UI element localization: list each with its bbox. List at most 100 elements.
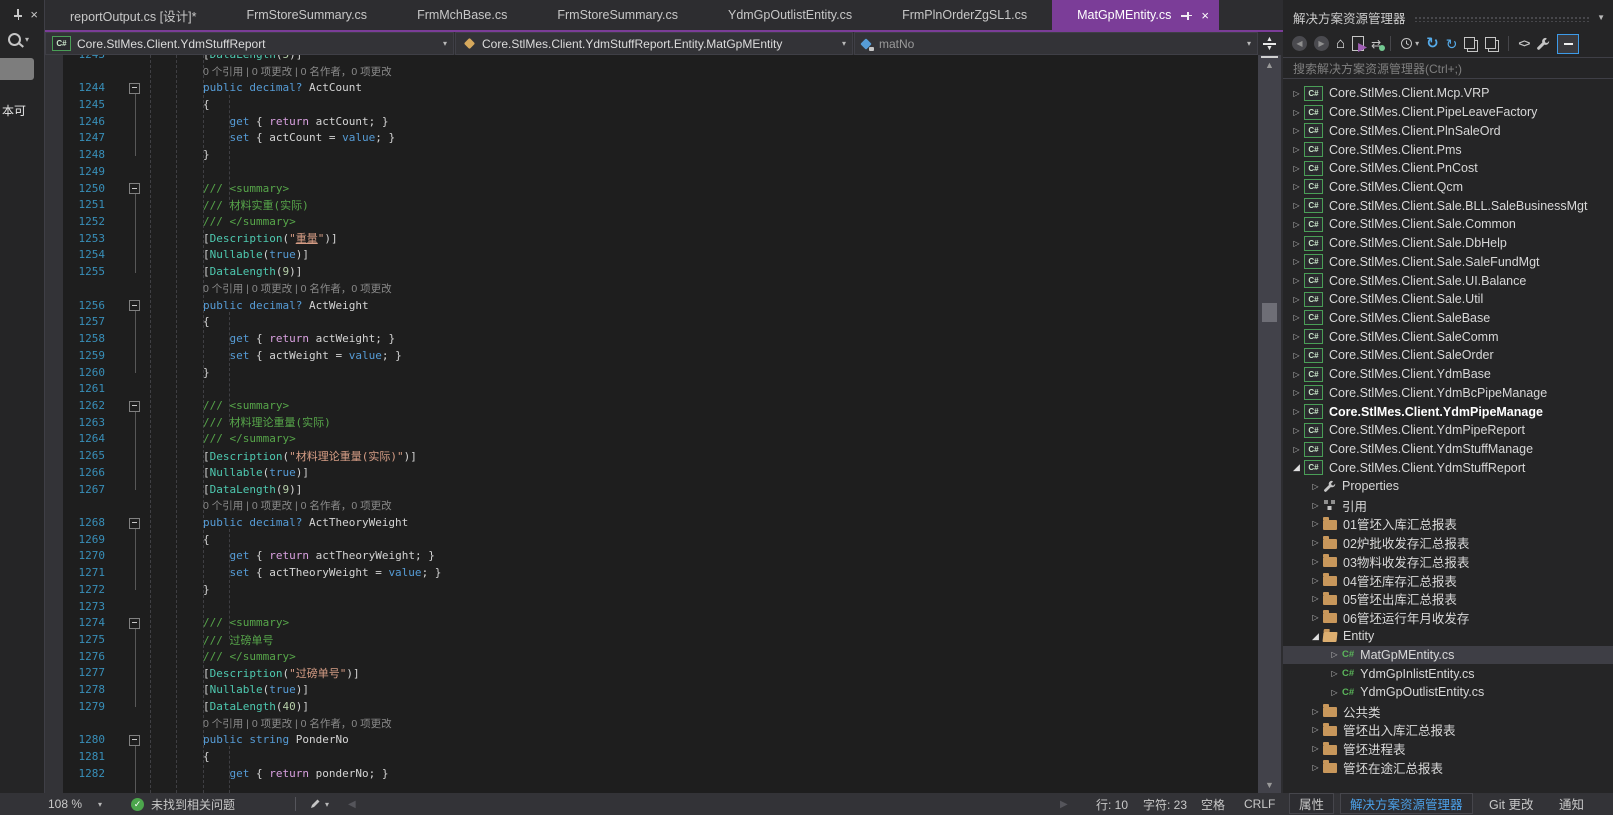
document-tab[interactable]: FrmMchBase.cs	[392, 0, 532, 30]
code-row[interactable]: 1250 /// <summary>	[45, 180, 1258, 197]
code-row[interactable]: 1243 [DataLength(5)]	[45, 55, 1258, 63]
tree-item[interactable]: ▷C#Core.StlMes.Client.Sale.DbHelp	[1283, 234, 1613, 253]
code-row[interactable]: 1273	[45, 598, 1258, 615]
line-indicator[interactable]: 行: 10	[1096, 793, 1128, 815]
tree-item[interactable]: ▷C#Core.StlMes.Client.Sale.SaleFundMgt	[1283, 252, 1613, 271]
pin-icon[interactable]	[1181, 10, 1192, 21]
code-row[interactable]: 1252 /// </summary>	[45, 213, 1258, 230]
expand-arrow-icon[interactable]: ▷	[1308, 557, 1323, 566]
document-tab[interactable]: FrmPlnOrderZgSL1.cs	[877, 0, 1052, 30]
code-row[interactable]: 1259 set { actWeight = value; }	[45, 347, 1258, 364]
expand-arrow-icon[interactable]: ▷	[1289, 145, 1304, 154]
code-row[interactable]: 1260 }	[45, 364, 1258, 381]
code-row[interactable]: 1271 set { actTheoryWeight = value; }	[45, 564, 1258, 581]
codelens-row[interactable]: 0 个引用 | 0 项更改 | 0 名作者，0 项更改	[45, 63, 1258, 80]
code-row[interactable]: 1275 /// 过磅单号	[45, 631, 1258, 648]
code-row[interactable]: 1263 /// 材料理论重量(实际)	[45, 414, 1258, 431]
tree-item[interactable]: ▷公共类	[1283, 702, 1613, 721]
member-dropdown[interactable]: matNo ▾	[854, 32, 1258, 55]
tree-item[interactable]: ▷06管坯运行年月收发存	[1283, 608, 1613, 627]
expand-arrow-icon[interactable]: ▷	[1289, 257, 1304, 266]
tree-item[interactable]: ▷引用	[1283, 496, 1613, 515]
solution-explorer-search[interactable]: 搜索解决方案资源管理器(Ctrl+;)	[1283, 57, 1613, 79]
tree-item[interactable]: ▷C#Core.StlMes.Client.YdmBase	[1283, 365, 1613, 384]
expand-arrow-icon[interactable]: ▷	[1308, 707, 1323, 716]
type-dropdown[interactable]: Core.StlMes.Client.YdmStuffReport.Entity…	[455, 32, 853, 55]
code-row[interactable]: 1245 {	[45, 96, 1258, 113]
tree-item[interactable]: ▷C#Core.StlMes.Client.Sale.Common	[1283, 215, 1613, 234]
tree-item[interactable]: ▷03物料收发存汇总报表	[1283, 552, 1613, 571]
code-row[interactable]: 1248 }	[45, 146, 1258, 163]
fold-collapse-icon[interactable]	[129, 83, 140, 94]
close-icon[interactable]: ×	[30, 8, 38, 21]
expand-arrow-icon[interactable]: ▷	[1308, 725, 1323, 734]
code-row[interactable]: 1253 [Description("重量")]	[45, 230, 1258, 247]
codelens-row[interactable]: 0 个引用 | 0 项更改 | 0 名作者，0 项更改	[45, 715, 1258, 732]
tree-item[interactable]: ▷C#Core.StlMes.Client.Qcm	[1283, 178, 1613, 197]
expand-arrow-icon[interactable]: ▷	[1327, 669, 1342, 678]
project-dropdown[interactable]: C# Core.StlMes.Client.YdmStuffReport ▾	[45, 32, 454, 55]
tree-item[interactable]: ▷01管坯入库汇总报表	[1283, 515, 1613, 534]
code-row[interactable]: 1266 [Nullable(true)]	[45, 464, 1258, 481]
tree-item[interactable]: ◢Entity	[1283, 627, 1613, 646]
code-row[interactable]: 1272 }	[45, 581, 1258, 598]
code-row[interactable]: 1282 get { return ponderNo; }	[45, 765, 1258, 782]
code-row[interactable]: 1254 [Nullable(true)]	[45, 247, 1258, 264]
expand-arrow-icon[interactable]: ▷	[1289, 276, 1304, 285]
tool-window-tab[interactable]: 解决方案资源管理器	[1340, 793, 1473, 814]
code-row[interactable]: 1270 get { return actTheoryWeight; }	[45, 548, 1258, 565]
chevron-down-icon[interactable]: ▼	[1597, 13, 1605, 22]
search-icon[interactable]	[8, 33, 21, 46]
code-row[interactable]: 1265 [Description("材料理论重量(实际)")]	[45, 447, 1258, 464]
expand-arrow-icon[interactable]: ▷	[1327, 650, 1342, 659]
code-row[interactable]: 1247 set { actCount = value; }	[45, 130, 1258, 147]
tree-item[interactable]: ▷C#Core.StlMes.Client.YdmPipeManage	[1283, 402, 1613, 421]
code-row[interactable]: 1280 public string PonderNo	[45, 731, 1258, 748]
tree-item[interactable]: ▷C#Core.StlMes.Client.PipeLeaveFactory	[1283, 103, 1613, 122]
view-code-icon[interactable]: <>	[1518, 38, 1529, 50]
code-row[interactable]: 1246 get { return actCount; }	[45, 113, 1258, 130]
scrollbar-split-grip[interactable]	[1261, 56, 1278, 58]
split-editor-button[interactable]: ▲▼	[1258, 32, 1281, 55]
code-row[interactable]: 1278 [Nullable(true)]	[45, 681, 1258, 698]
forward-icon[interactable]: ▶	[1314, 36, 1329, 51]
tree-item[interactable]: ▷管坯出入库汇总报表	[1283, 720, 1613, 739]
codelens-row[interactable]: 0 个引用 | 0 项更改 | 0 名作者，0 项更改	[45, 497, 1258, 514]
tree-item[interactable]: ▷C#Core.StlMes.Client.Mcp.VRP	[1283, 84, 1613, 103]
expand-arrow-icon[interactable]: ▷	[1327, 688, 1342, 697]
fold-collapse-icon[interactable]	[129, 518, 140, 529]
code-row[interactable]: 1262 /// <summary>	[45, 397, 1258, 414]
expand-arrow-icon[interactable]: ▷	[1289, 370, 1304, 379]
expand-arrow-icon[interactable]: ▷	[1308, 744, 1323, 753]
code-row[interactable]: 1269 {	[45, 531, 1258, 548]
tool-window-tab[interactable]: 通知	[1549, 793, 1594, 814]
tree-item[interactable]: ▷C#YdmGpInlistEntity.cs	[1283, 664, 1613, 683]
expand-arrow-icon[interactable]: ▷	[1308, 519, 1323, 528]
collapse-arrow-icon[interactable]: ◢	[1308, 631, 1323, 642]
code-row[interactable]: 1257 {	[45, 314, 1258, 331]
tree-item[interactable]: ▷C#MatGpMEntity.cs	[1283, 646, 1613, 665]
spaces-indicator[interactable]: 空格	[1201, 793, 1225, 815]
tree-item[interactable]: ▷02炉批收发存汇总报表	[1283, 533, 1613, 552]
code-row[interactable]: 1279 [DataLength(40)]	[45, 698, 1258, 715]
show-all-files-icon[interactable]	[1485, 37, 1499, 51]
refresh-icon[interactable]: ↻	[1426, 36, 1439, 51]
code-row[interactable]: 1244 public decimal? ActCount	[45, 79, 1258, 96]
tree-item[interactable]: ▷05管坯出库汇总报表	[1283, 589, 1613, 608]
sync-namespaces-icon[interactable]: ↻	[1446, 37, 1458, 51]
switch-views-icon[interactable]	[1352, 36, 1364, 51]
code-editor[interactable]: 1243 [DataLength(5)]0 个引用 | 0 项更改 | 0 名作…	[45, 55, 1258, 793]
back-icon[interactable]: ◀	[1292, 36, 1307, 51]
tree-item[interactable]: ▷C#Core.StlMes.Client.Sale.UI.Balance	[1283, 271, 1613, 290]
expand-arrow-icon[interactable]: ▷	[1289, 426, 1304, 435]
fold-collapse-icon[interactable]	[129, 735, 140, 746]
fold-collapse-icon[interactable]	[129, 300, 140, 311]
collapse-all-button[interactable]	[1557, 34, 1579, 54]
scroll-down-icon[interactable]: ▼	[1258, 780, 1281, 790]
home-icon[interactable]: ⌂	[1336, 36, 1345, 51]
tree-item[interactable]: ▷C#Core.StlMes.Client.YdmStuffManage	[1283, 440, 1613, 459]
tree-item[interactable]: ▷Properties	[1283, 477, 1613, 496]
tree-item[interactable]: ▷C#Core.StlMes.Client.YdmBcPipeManage	[1283, 384, 1613, 403]
tree-item[interactable]: ▷04管坯库存汇总报表	[1283, 571, 1613, 590]
code-row[interactable]: 1251 /// 材料实重(实际)	[45, 196, 1258, 213]
